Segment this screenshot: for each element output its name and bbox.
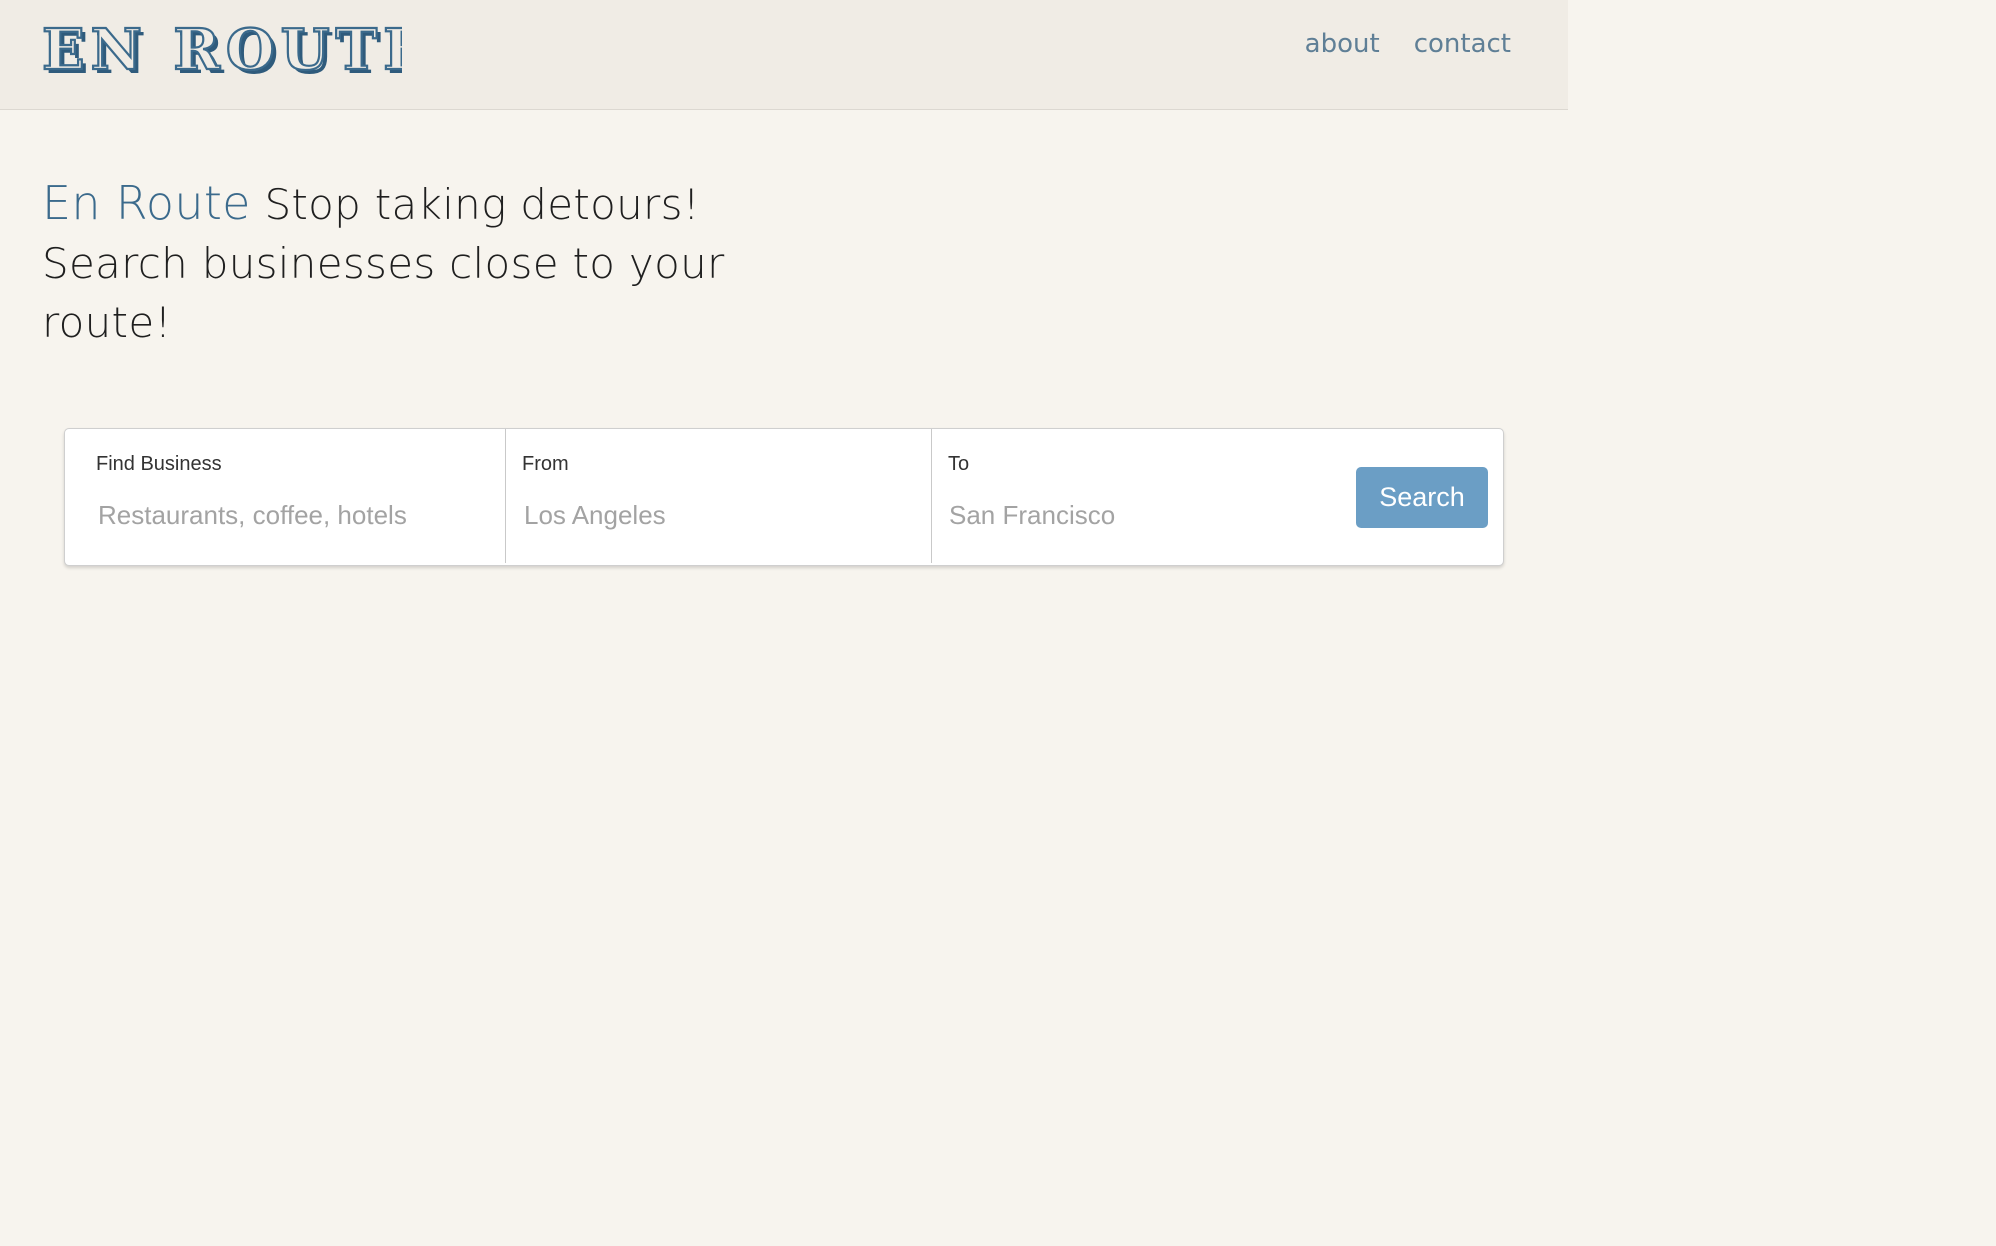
hero-brand: En Route [42, 176, 251, 230]
en-route-logo: EN ROUTE EN ROUTE [42, 16, 402, 80]
hero-tagline: Stop taking detours! [264, 180, 700, 229]
business-search-input[interactable] [98, 495, 458, 535]
from-field-group: From [506, 429, 932, 563]
to-location-input[interactable] [949, 495, 1309, 535]
logo-text: EN ROUTE [42, 17, 402, 80]
to-label: To [948, 453, 970, 475]
search-button[interactable]: Search [1356, 467, 1488, 528]
search-form: Find Business From To Search [64, 428, 1504, 566]
business-label: Find Business [96, 453, 222, 475]
top-nav: about contact [1305, 26, 1511, 62]
to-field-group: To [932, 429, 1332, 563]
hero-heading: En Route Stop taking detours! Search bus… [42, 174, 782, 352]
hero-subtitle: Search businesses close to your route! [42, 239, 725, 347]
logo-link[interactable]: EN ROUTE EN ROUTE [0, 0, 420, 100]
site-header: EN ROUTE EN ROUTE about contact [0, 0, 1568, 110]
from-label: From [522, 453, 569, 475]
nav-about-link[interactable]: about [1305, 26, 1380, 62]
from-location-input[interactable] [524, 495, 884, 535]
nav-contact-link[interactable]: contact [1414, 26, 1511, 62]
business-field-group: Find Business [65, 429, 506, 563]
